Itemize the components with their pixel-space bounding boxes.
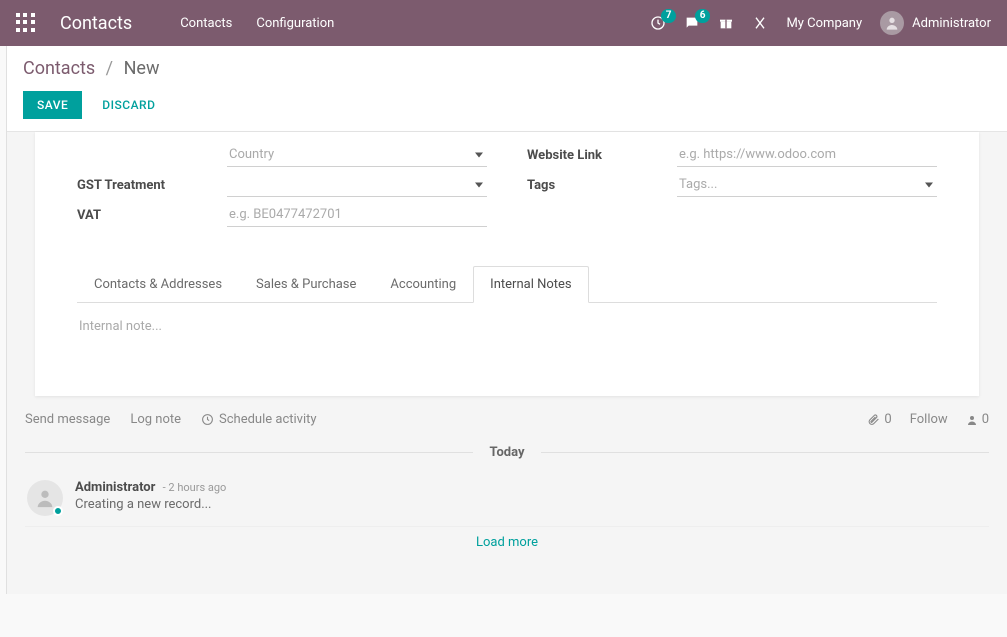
gst-input[interactable] xyxy=(227,173,487,196)
country-input[interactable] xyxy=(227,143,487,166)
nav-contacts[interactable]: Contacts xyxy=(180,16,232,31)
company-selector[interactable]: My Company xyxy=(786,16,862,31)
vat-input[interactable] xyxy=(227,203,487,227)
tab-internal-notes[interactable]: Internal Notes xyxy=(473,266,588,303)
avatar-icon xyxy=(880,11,904,35)
chatter: Send message Log note Schedule activity … xyxy=(17,396,997,554)
follow-button[interactable]: Follow xyxy=(910,412,948,427)
vat-label: VAT xyxy=(77,208,227,223)
activities-icon[interactable]: 7 xyxy=(650,15,666,31)
messages-icon[interactable]: 6 xyxy=(684,15,700,31)
internal-note-input[interactable]: Internal note... xyxy=(79,319,935,334)
gift-icon[interactable] xyxy=(718,15,734,31)
clock-icon xyxy=(201,413,214,426)
topbar: Contacts Contacts Configuration 7 6 My C… xyxy=(0,0,1007,46)
breadcrumb-sep: / xyxy=(106,58,113,79)
chevron-down-icon[interactable] xyxy=(925,182,933,187)
breadcrumb-root[interactable]: Contacts xyxy=(23,58,95,79)
attachments-count[interactable]: 0 xyxy=(867,412,891,427)
tab-sales[interactable]: Sales & Purchase xyxy=(239,266,373,303)
message-author[interactable]: Administrator xyxy=(75,480,155,495)
tab-contacts[interactable]: Contacts & Addresses xyxy=(77,266,239,303)
website-label: Website Link xyxy=(527,148,677,163)
tags-field[interactable] xyxy=(677,173,937,197)
tags-input[interactable] xyxy=(677,173,937,196)
chevron-down-icon[interactable] xyxy=(475,152,483,157)
breadcrumb-current: New xyxy=(124,58,160,79)
tools-icon[interactable] xyxy=(752,15,768,31)
gst-field[interactable] xyxy=(227,173,487,197)
activities-badge: 7 xyxy=(661,9,677,23)
form-card: GST Treatment VAT Website Link xyxy=(35,132,979,396)
save-button[interactable]: SAVE xyxy=(23,91,82,119)
tab-body-notes: Internal note... xyxy=(77,303,937,364)
load-more-button[interactable]: Load more xyxy=(25,527,989,554)
today-divider: Today xyxy=(25,445,989,460)
website-input[interactable] xyxy=(677,143,937,167)
tab-accounting[interactable]: Accounting xyxy=(373,266,473,303)
schedule-activity-button[interactable]: Schedule activity xyxy=(201,412,317,427)
log-note-button[interactable]: Log note xyxy=(130,412,181,427)
message-text: Creating a new record... xyxy=(75,497,987,512)
schedule-activity-label: Schedule activity xyxy=(219,412,317,427)
app-title: Contacts xyxy=(60,13,132,34)
country-field[interactable] xyxy=(227,143,487,167)
presence-dot-icon xyxy=(53,506,63,516)
apps-icon[interactable] xyxy=(16,13,36,33)
message-row: Administrator - 2 hours ago Creating a n… xyxy=(25,472,989,527)
discard-button[interactable]: DISCARD xyxy=(92,91,165,119)
tabs: Contacts & Addresses Sales & Purchase Ac… xyxy=(77,266,937,303)
message-time: - 2 hours ago xyxy=(163,481,227,494)
avatar-icon xyxy=(27,480,63,516)
breadcrumb: Contacts / New xyxy=(7,46,1007,87)
gst-label: GST Treatment xyxy=(77,178,227,193)
user-menu[interactable]: Administrator xyxy=(880,11,991,35)
tags-label: Tags xyxy=(527,178,677,193)
user-name: Administrator xyxy=(912,16,991,31)
chevron-down-icon[interactable] xyxy=(475,182,483,187)
followers-count[interactable]: 0 xyxy=(966,412,989,427)
person-icon xyxy=(966,414,978,426)
messages-badge: 6 xyxy=(695,9,711,23)
nav-configuration[interactable]: Configuration xyxy=(256,16,334,31)
paperclip-icon xyxy=(867,413,880,426)
send-message-button[interactable]: Send message xyxy=(25,412,110,427)
